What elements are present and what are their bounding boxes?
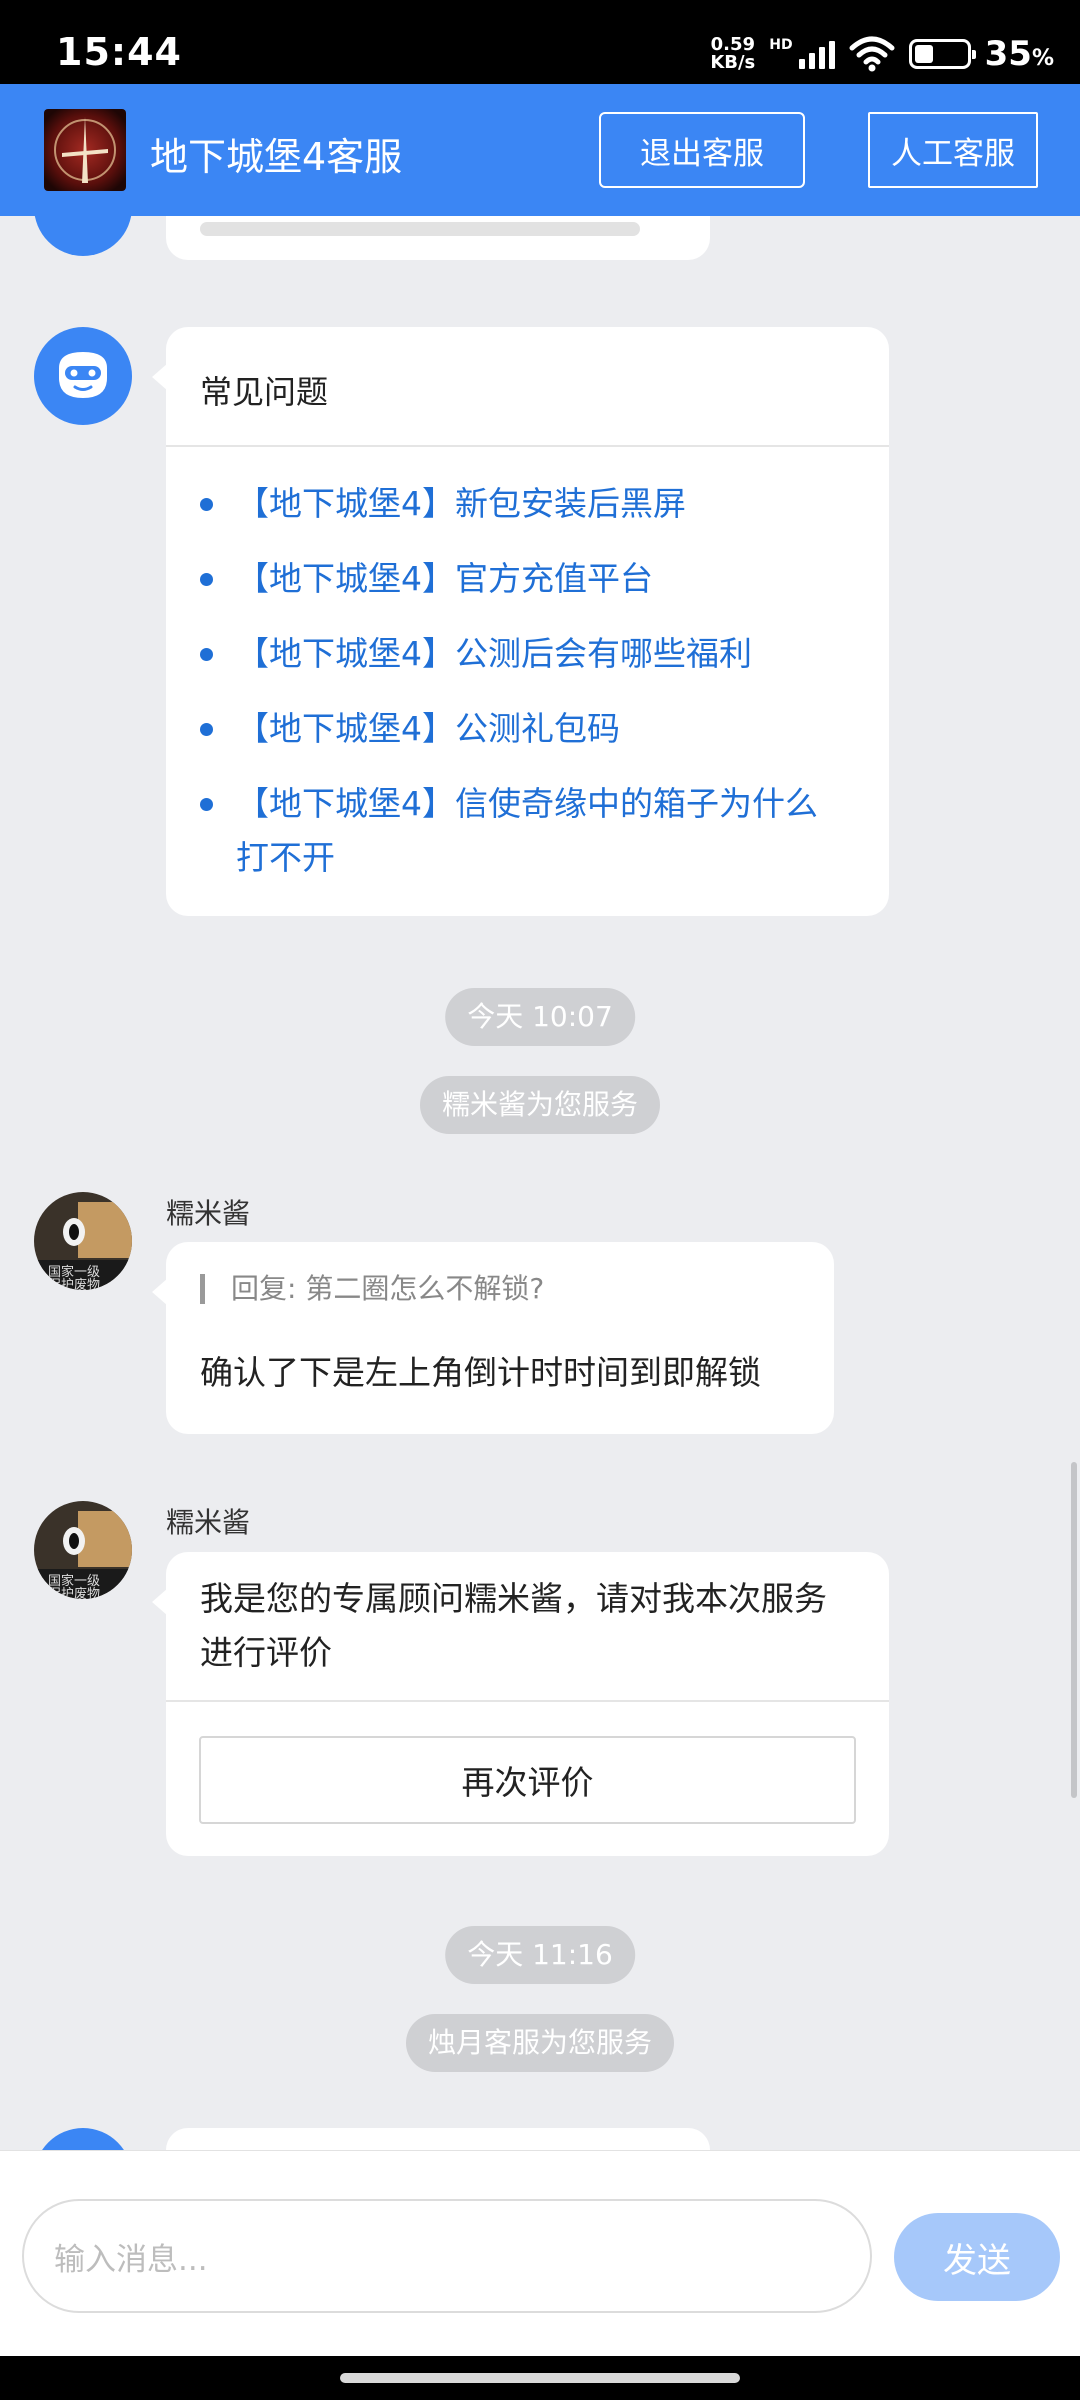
send-button[interactable]: 发送 (894, 2213, 1060, 2301)
bot-avatar (34, 216, 132, 256)
chat-area[interactable]: 常见问题 【地下城堡4】新包安装后黑屏 【地下城堡4】官方充值平台 【地下城堡4… (0, 216, 1080, 2150)
sender-name: 糯米酱 (166, 1197, 251, 1230)
home-gesture-handle[interactable] (340, 2373, 740, 2383)
agent-avatar: 国家一级 保护废物 (34, 1192, 132, 1290)
game-logo (44, 109, 126, 191)
cellular-signal-icon (798, 39, 835, 69)
system-nav-bar (0, 2356, 1080, 2400)
message-bubble: 回复: 第二圈怎么不解锁? 确认了下是左上角倒计时时间到即解锁 (152, 1242, 834, 1434)
faq-link[interactable]: 【地下城堡4】信使奇缘中的箱子为什么打不开 (200, 777, 849, 885)
battery-percent-unit: % (1031, 46, 1054, 71)
faq-bubble: 常见问题 【地下城堡4】新包安装后黑屏 【地下城堡4】官方充值平台 【地下城堡4… (152, 327, 889, 916)
battery-icon (908, 39, 976, 69)
battery-percent: 35% (985, 34, 1054, 74)
timestamp-pill: 今天 11:16 (445, 1926, 635, 1984)
battery-percent-value: 35 (984, 34, 1032, 74)
svg-text:保护废物: 保护废物 (48, 1586, 100, 1599)
status-bar: 15:44 0.59 KB/s HD 35% (0, 0, 1080, 84)
service-notice-pill: 糯米酱为您服务 (419, 1076, 661, 1134)
message-text: 我是您的专属顾问糯米酱，请对我本次服务进行评价 (200, 1579, 827, 1672)
human-service-button[interactable]: 人工客服 (868, 112, 1038, 188)
reply-quote: 回复: 第二圈怎么不解锁? (200, 1274, 544, 1304)
agent-avatar: 国家一级 保护废物 (34, 1501, 132, 1599)
timestamp-pill: 今天 10:07 (445, 988, 635, 1046)
hd-label: HD (769, 37, 793, 53)
previous-message-bubble (166, 216, 710, 260)
faq-link[interactable]: 【地下城堡4】公测礼包码 (200, 702, 849, 756)
robot-icon (59, 352, 107, 398)
bot-avatar (34, 327, 132, 425)
message-input[interactable]: 输入消息... (22, 2199, 872, 2313)
input-bar: 输入消息... 发送 (0, 2150, 1080, 2356)
rating-bubble: 我是您的专属顾问糯米酱，请对我本次服务进行评价 再次评价 (152, 1552, 889, 1856)
next-message-bubble (166, 2128, 710, 2150)
app-header: 地下城堡4客服 退出客服 人工客服 (0, 84, 1080, 216)
status-time: 15:44 (56, 30, 182, 74)
wifi-icon (849, 36, 895, 72)
svg-text:保护废物: 保护废物 (48, 1277, 100, 1290)
net-speed-unit: KB/s (710, 52, 756, 73)
divider (166, 1700, 889, 1702)
page-title: 地下城堡4客服 (150, 135, 403, 179)
bot-avatar (34, 2128, 132, 2150)
battery-fill (914, 45, 933, 63)
faq-link[interactable]: 【地下城堡4】新包安装后黑屏 (200, 477, 849, 531)
exit-service-button[interactable]: 退出客服 (599, 112, 805, 188)
message-text: 确认了下是左上角倒计时时间到即解锁 (200, 1353, 761, 1392)
faq-title: 常见问题 (200, 373, 329, 411)
status-icons: 0.59 KB/s HD 35% (710, 30, 1054, 78)
service-notice-pill: 烛月客服为您服务 (405, 2014, 675, 2072)
faq-link[interactable]: 【地下城堡4】官方充值平台 (200, 552, 849, 606)
sender-name: 糯米酱 (166, 1506, 251, 1539)
faq-link[interactable]: 【地下城堡4】公测后会有哪些福利 (200, 627, 849, 681)
divider (166, 445, 889, 447)
net-speed: 0.59 KB/s (710, 36, 755, 72)
rate-again-button[interactable]: 再次评价 (199, 1736, 856, 1824)
chat-scrollbar[interactable] (1071, 1462, 1077, 1798)
faq-list: 【地下城堡4】新包安装后黑屏 【地下城堡4】官方充值平台 【地下城堡4】公测后会… (200, 477, 849, 906)
